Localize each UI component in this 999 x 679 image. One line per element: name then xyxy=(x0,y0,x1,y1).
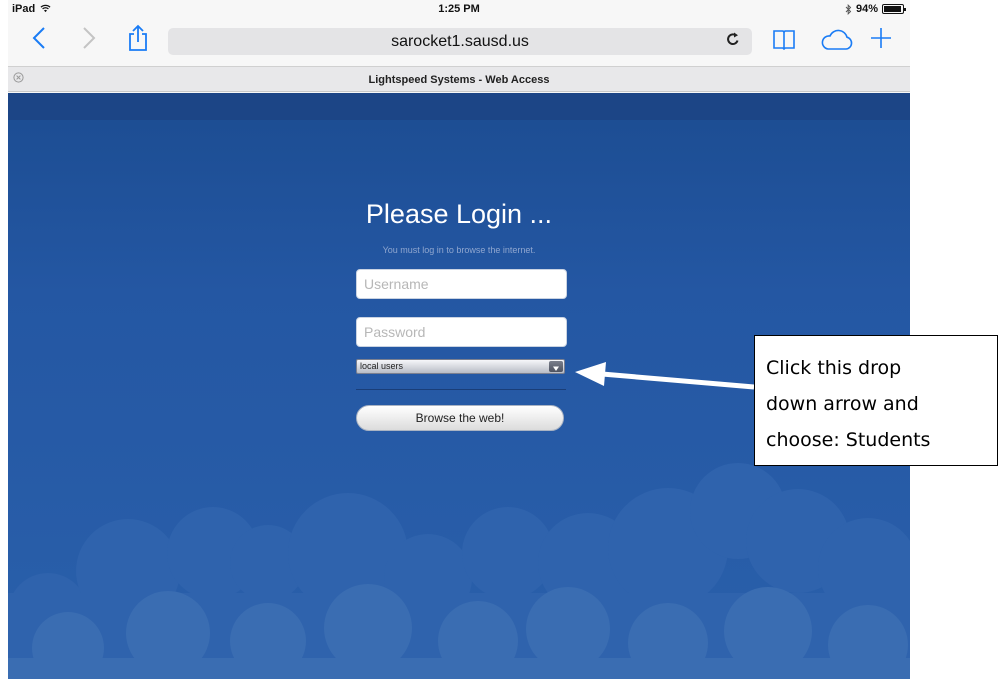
callout-line: choose: Students xyxy=(766,429,931,451)
instruction-callout: Click this drop down arrow and choose: S… xyxy=(754,335,998,466)
callout-line: Click this drop xyxy=(766,357,902,379)
callout-line: down arrow and xyxy=(766,393,919,415)
